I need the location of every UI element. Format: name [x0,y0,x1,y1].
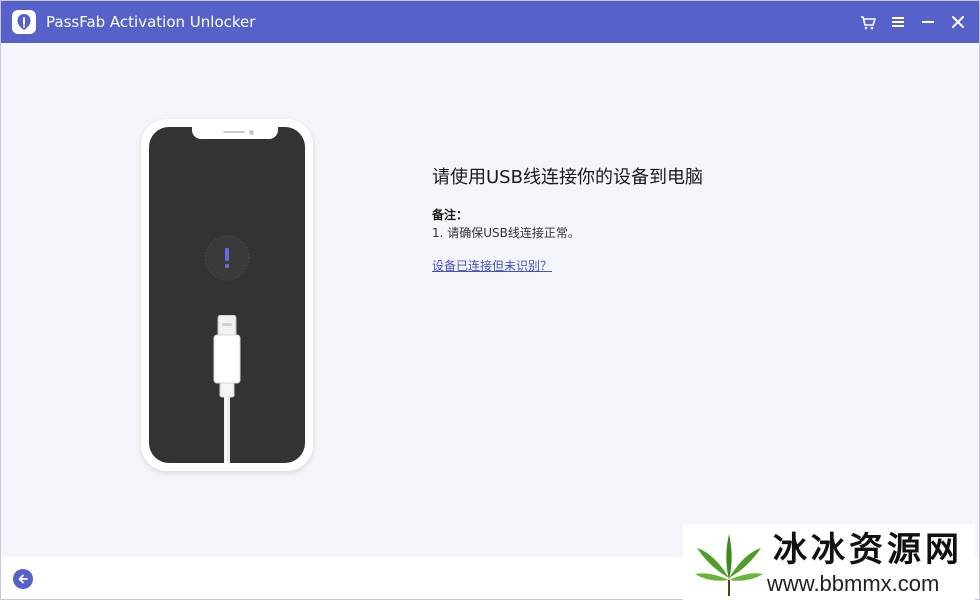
app-logo-icon [12,10,36,34]
usb-cable-icon [207,314,247,463]
phone-icon [141,119,313,471]
back-arrow-icon[interactable] [13,569,33,589]
app-window: PassFab Activation Unlocker 请使用USB线连接你的设… [0,0,980,600]
note-item: 1. 请确保USB线连接正常。 [432,226,580,240]
cart-icon[interactable] [857,11,879,33]
watermark-url: www.bbmmx.com [767,571,940,596]
watermark-title: 冰冰资源网 [773,530,963,570]
camera-icon [249,130,254,135]
note-title: 备注： [432,208,469,222]
phone-screen [149,127,305,463]
minimize-icon[interactable] [917,11,939,33]
page-title: 请使用USB线连接你的设备到电脑 [432,167,703,188]
device-not-recognized-link[interactable]: 设备已连接但未识别？ [432,258,552,274]
alert-icon [204,235,250,285]
phone-notch [192,127,278,139]
cannabis-leaf-logo [693,528,765,600]
app-title: PassFab Activation Unlocker [46,13,256,31]
close-icon[interactable] [947,11,969,33]
menu-icon[interactable] [887,11,909,33]
speaker-icon [223,131,245,133]
title-bar: PassFab Activation Unlocker [1,1,979,43]
watermark: 冰冰资源网 www.bbmmx.com [683,524,975,600]
